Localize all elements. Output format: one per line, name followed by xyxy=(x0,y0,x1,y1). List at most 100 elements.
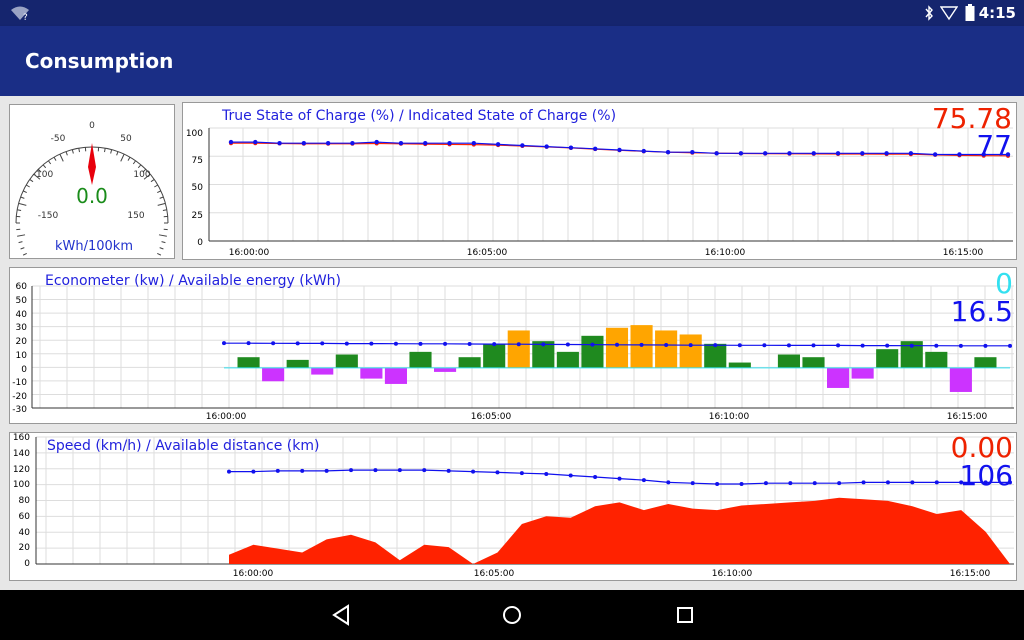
gauge-tick xyxy=(59,153,64,162)
gauge-tick-label-neg150: -150 xyxy=(38,211,59,221)
gauge-tick xyxy=(47,160,52,165)
gauge-tick xyxy=(22,252,27,256)
soc-chart-title: True State of Charge (%) / Indicated Sta… xyxy=(221,108,616,124)
eco-ytick-label: -30 xyxy=(12,405,27,415)
energy-series-point xyxy=(860,343,865,348)
range-series-point xyxy=(300,468,305,473)
gauge-tick xyxy=(71,149,74,154)
econometer-bar xyxy=(286,359,309,368)
soc-ytick-label: 25 xyxy=(192,211,203,221)
gauge-tick-label-0: 0 xyxy=(89,121,95,131)
soc-indicated-series-point xyxy=(447,141,452,146)
speed-ytick-label: 100 xyxy=(13,480,30,490)
back-button[interactable] xyxy=(328,602,354,628)
soc-xtick-label: 16:00:00 xyxy=(229,248,270,258)
gauge-tick xyxy=(20,196,25,199)
consumption-gauge: -150 -100 -50 0 50 100 150 0.0 kWh/100km xyxy=(15,121,169,290)
app-bar: Consumption xyxy=(0,26,1024,96)
gauge-tick xyxy=(17,209,22,211)
range-series-point xyxy=(739,481,744,486)
econometer-bar xyxy=(851,367,874,379)
energy-series-point xyxy=(762,343,767,348)
gauge-tick xyxy=(78,148,80,153)
soc-indicated-series-point xyxy=(908,151,914,156)
energy-series-point xyxy=(271,341,276,346)
soc-indicated-series-point xyxy=(374,139,379,145)
gauge-tick xyxy=(120,153,125,162)
soc-indicated-series-point xyxy=(544,144,549,149)
econometer-bar xyxy=(605,327,629,368)
energy-series-point xyxy=(958,343,963,348)
range-series-point xyxy=(666,480,671,485)
eco-ytick-label: 10 xyxy=(16,351,28,361)
soc-indicated-value: 77 xyxy=(976,129,1012,162)
soc-indicated-series-point xyxy=(762,151,768,156)
energy-series-point xyxy=(541,342,546,347)
range-series-point xyxy=(593,475,598,480)
econometer-bar xyxy=(237,357,260,368)
range-series-point xyxy=(471,469,476,474)
soc-indicated-series-point xyxy=(277,141,282,146)
gauge-tick xyxy=(150,178,155,183)
energy-series-point xyxy=(713,343,718,348)
soc-indicated-series-point xyxy=(811,151,816,156)
speed-chart-panel: 160 140 120 100 80 60 40 20 0 16:00:00 1… xyxy=(9,431,1017,581)
soc-indicated-series-point xyxy=(787,151,792,156)
eco-energy-value: 16.5 xyxy=(951,295,1013,328)
eco-ytick-label: -10 xyxy=(12,378,27,388)
soc-indicated-series-point xyxy=(665,150,671,155)
econometer-bar xyxy=(704,343,727,368)
range-series-point xyxy=(251,469,256,474)
econometer-bar xyxy=(728,362,751,368)
gauge-tick xyxy=(132,160,137,165)
econometer-bar xyxy=(556,351,579,368)
soc-indicated-series-point xyxy=(228,139,234,145)
soc-ytick-label: 50 xyxy=(192,183,204,193)
gauge-tick xyxy=(110,149,113,154)
energy-series-point xyxy=(983,343,988,348)
range-series-point xyxy=(763,481,768,486)
gauge-tick xyxy=(157,252,162,256)
soc-indicated-series-point xyxy=(398,141,404,146)
soc-indicated-series-point xyxy=(835,151,841,156)
svg-text:?: ? xyxy=(23,13,28,21)
status-bar: ? 4:15 xyxy=(0,0,1024,26)
speed-chart-title: Speed (km/h) / Available distance (km) xyxy=(47,438,319,454)
soc-indicated-series-point xyxy=(884,151,889,156)
energy-series-point xyxy=(418,341,423,346)
eco-xtick-label: 16:10:00 xyxy=(709,412,750,422)
consumption-gauge-panel: -150 -100 -50 0 50 100 150 0.0 kWh/100km xyxy=(9,104,175,290)
range-series-point xyxy=(544,471,549,476)
range-series-point xyxy=(422,468,427,473)
energy-series-point xyxy=(320,341,325,346)
energy-series-point xyxy=(344,341,349,346)
range-series-point xyxy=(837,481,842,486)
recents-button[interactable] xyxy=(672,602,698,628)
gauge-tick xyxy=(22,190,27,194)
eco-xtick-label: 16:00:00 xyxy=(206,412,247,422)
econometer-bar xyxy=(434,367,457,372)
econometer-bar xyxy=(384,367,407,384)
econometer-bar xyxy=(581,335,604,368)
speed-ytick-label: 60 xyxy=(19,512,31,522)
home-button[interactable] xyxy=(499,602,525,628)
eco-ytick-label: 50 xyxy=(16,296,28,306)
energy-series-point xyxy=(664,343,669,348)
energy-series-point xyxy=(909,343,914,348)
econometer-bar xyxy=(483,343,506,368)
energy-series-point xyxy=(786,343,791,348)
eco-ytick-label: 20 xyxy=(16,337,28,347)
status-time: 4:15 xyxy=(978,4,1016,22)
gauge-tick xyxy=(137,164,142,169)
battery-icon xyxy=(965,4,975,21)
eco-ytick-label: 30 xyxy=(16,323,28,333)
speed-ytick-label: 140 xyxy=(13,449,30,459)
soc-chart-panel: 100 75 50 25 0 16:00:00 16:05:00 16:10:0… xyxy=(182,102,1017,260)
econometer-bar xyxy=(311,367,334,375)
soc-indicated-series-point xyxy=(641,148,646,154)
range-series-point xyxy=(227,469,231,474)
speed-xtick-label: 16:05:00 xyxy=(474,569,515,579)
gauge-tick xyxy=(154,184,159,188)
range-series-point xyxy=(349,468,354,473)
soc-indicated-series-point xyxy=(423,141,428,146)
